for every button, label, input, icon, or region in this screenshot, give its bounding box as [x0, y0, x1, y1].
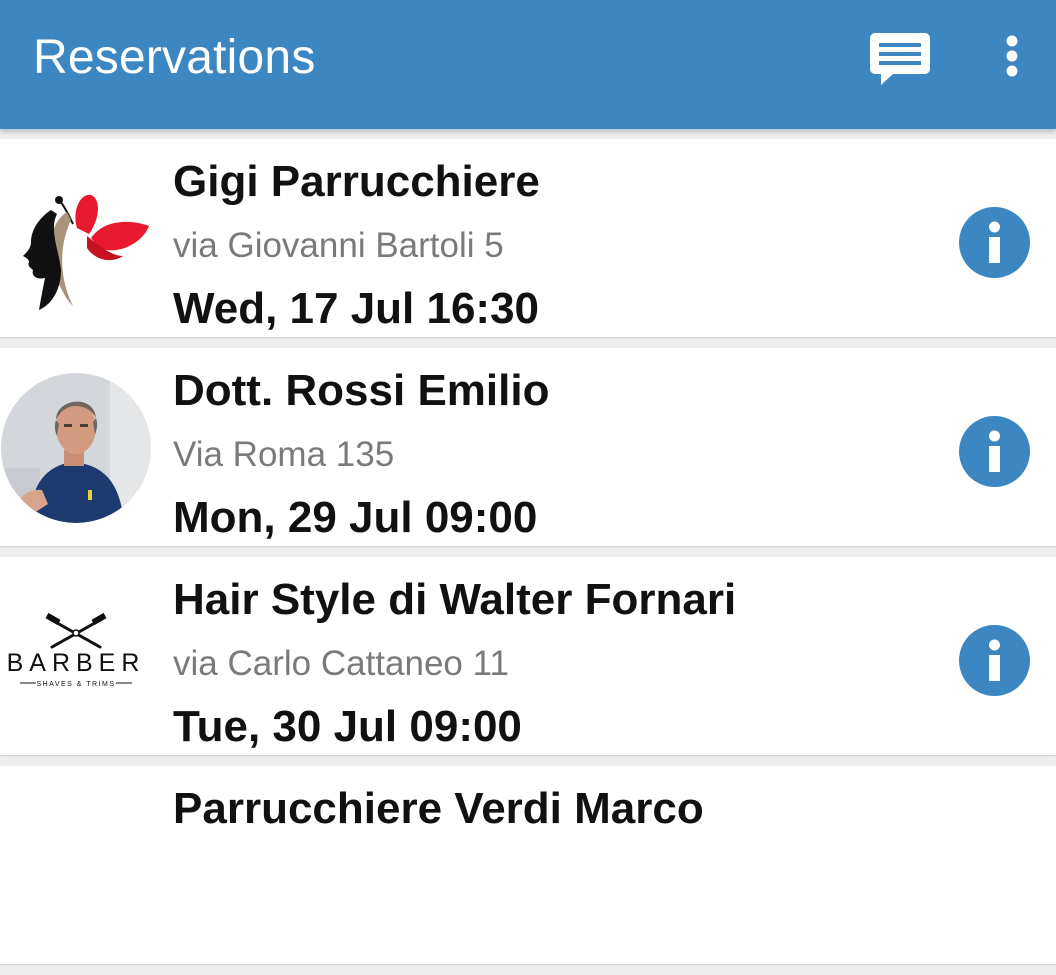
- reservation-name: Dott. Rossi Emilio: [173, 366, 550, 415]
- reservation-datetime: Tue, 30 Jul 09:00: [173, 702, 522, 751]
- reservation-card[interactable]: Gigi Parrucchiere via Giovanni Bartoli 5…: [0, 139, 1056, 337]
- more-vert-icon[interactable]: [990, 26, 1034, 86]
- reservation-datetime: Wed, 17 Jul 16:30: [173, 284, 540, 333]
- info-icon[interactable]: [959, 625, 1030, 696]
- reservation-address: via Giovanni Bartoli 5: [173, 226, 504, 265]
- reservation-address: Via Roma 135: [173, 435, 395, 474]
- barber-logo-text: BARBER: [7, 649, 146, 677]
- page-title: Reservations: [33, 31, 316, 84]
- chat-message-icon[interactable]: [862, 26, 938, 92]
- reservation-address: via Carlo Cattaneo 11: [173, 644, 509, 683]
- reservation-card[interactable]: Parrucchiere Verdi Marco: [0, 766, 1056, 964]
- app-bar: Reservations: [0, 0, 1056, 129]
- reservation-name: Parrucchiere Verdi Marco: [173, 784, 704, 833]
- barber-logo: BARBER SHAVES & TRIMS: [0, 581, 152, 733]
- doctor-photo: [0, 372, 152, 524]
- info-icon[interactable]: [959, 416, 1030, 487]
- barber-logo-subtext: SHAVES & TRIMS: [36, 681, 115, 688]
- reservation-name: Hair Style di Walter Fornari: [173, 575, 737, 624]
- reservation-card[interactable]: Dott. Rossi Emilio Via Roma 135 Mon, 29 …: [0, 348, 1056, 546]
- butterfly-woman-logo: [0, 163, 152, 315]
- info-icon[interactable]: [959, 207, 1030, 278]
- reservation-list: Gigi Parrucchiere via Giovanni Bartoli 5…: [0, 139, 1056, 975]
- reservation-card[interactable]: BARBER SHAVES & TRIMS Hair Style di Walt…: [0, 557, 1056, 755]
- reservation-name: Gigi Parrucchiere: [173, 157, 540, 206]
- reservation-datetime: Mon, 29 Jul 09:00: [173, 493, 538, 542]
